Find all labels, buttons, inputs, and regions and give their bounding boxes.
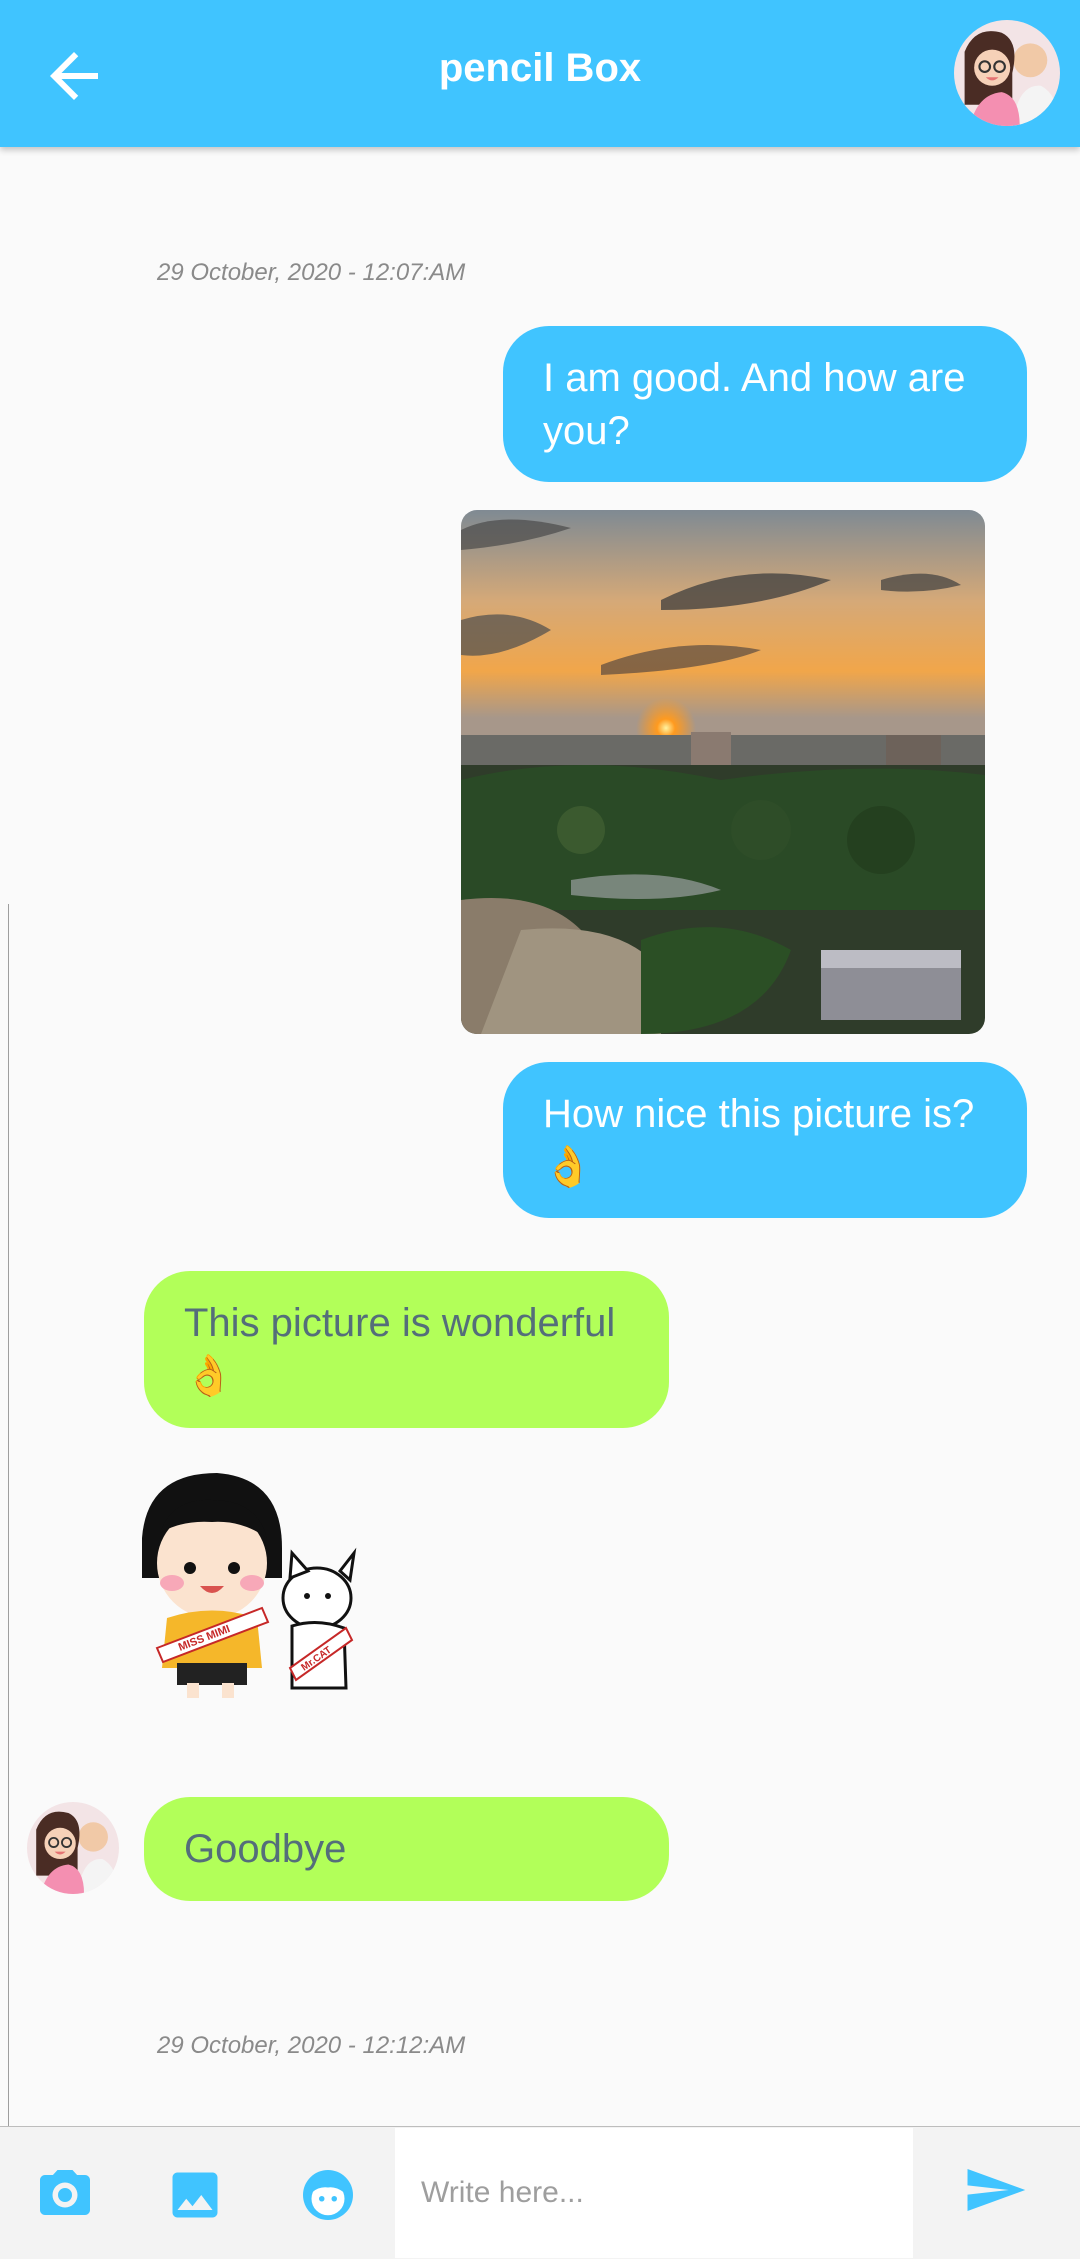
message-text: I am good. And how are you? [543,356,966,453]
message-text: Goodbye [184,1827,347,1871]
message-text: This picture is wonderful [184,1301,616,1345]
message-timestamp: 29 October, 2020 - 12:07:AM [157,259,466,286]
message-text: How nice this picture is? [543,1092,975,1136]
couple-avatar-icon [27,1802,119,1894]
message-input[interactable] [395,2128,913,2258]
sticker-button[interactable] [298,2165,358,2225]
received-message-bubble[interactable]: This picture is wonderful 👌 [144,1271,669,1428]
ok-hand-emoji: 👌 [543,1144,593,1190]
received-sticker[interactable]: MISS MIMI Mr.CAT [132,1468,366,1702]
sunset-photo-icon [461,510,985,1034]
sent-message-bubble[interactable]: I am good. And how are you? [503,326,1027,482]
send-icon [967,2169,1026,2211]
app-bar: pencil Box [0,0,1080,147]
sender-avatar[interactable] [27,1802,119,1894]
couple-avatar-icon [954,20,1060,126]
message-input-container [395,2128,913,2258]
message-timestamp: 29 October, 2020 - 12:12:AM [157,2032,466,2059]
chat-title: pencil Box [438,46,642,90]
received-message-bubble[interactable]: Goodbye [144,1797,669,1901]
contact-avatar[interactable] [954,20,1060,126]
send-button[interactable] [962,2162,1028,2218]
ok-hand-emoji: 👌 [184,1353,234,1399]
camera-button[interactable] [35,2165,95,2225]
scroll-indicator [8,904,9,2144]
sent-message-bubble[interactable]: How nice this picture is? 👌 [503,1062,1027,1218]
sent-image-message[interactable] [461,510,985,1034]
sticker-icon [303,2170,353,2220]
camera-icon [40,2170,90,2215]
gallery-button[interactable] [165,2165,225,2225]
gallery-icon [172,2172,218,2218]
miss-mimi-sticker-icon: MISS MIMI Mr.CAT [142,1473,357,1698]
